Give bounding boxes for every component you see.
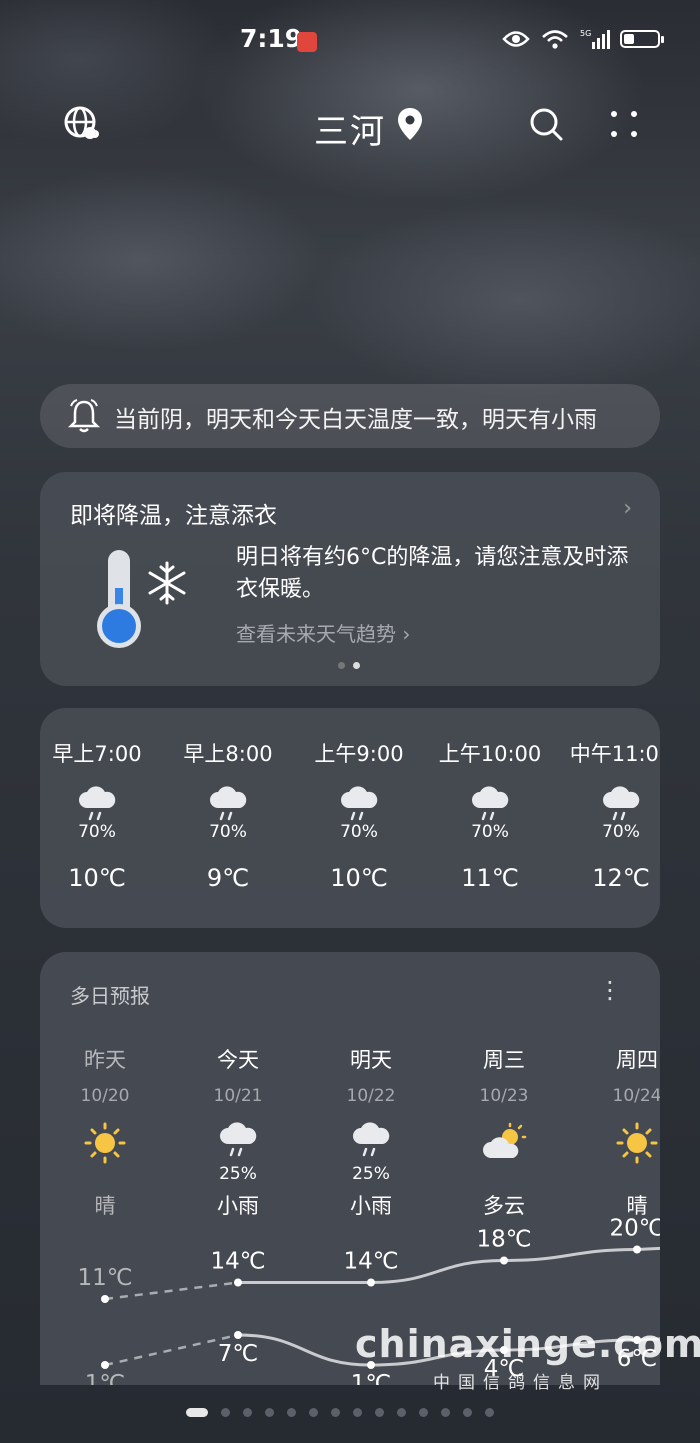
hour-time: 上午10:00 bbox=[438, 742, 542, 766]
high-temp-label: 14℃ bbox=[343, 1249, 398, 1275]
snowflake-icon bbox=[148, 561, 186, 605]
status-bar: 7:19 5G bbox=[0, 22, 700, 62]
hour-temp: 10℃ bbox=[330, 864, 388, 892]
temperature-chart: 11℃14℃ 14℃18℃ 20℃1℃7℃1℃4℃ 6℃ bbox=[77, 1216, 660, 1385]
low-temp-point bbox=[234, 1331, 242, 1339]
wifi-icon bbox=[542, 30, 568, 49]
page-dot[interactable] bbox=[331, 1408, 340, 1417]
notification-app-icon bbox=[297, 32, 317, 52]
watermark-sub: 中国信鸽信息网 bbox=[433, 1373, 608, 1393]
rain-cloud-icon bbox=[468, 786, 512, 822]
weather-alert-banner[interactable]: 当前阴，明天和今天白天温度一致，明天有小雨 bbox=[40, 384, 660, 448]
hourly-forecast-card[interactable]: 早上7:00 70% 10℃ 早上8:00 70% 9℃ 上午9:00 70% 10℃ 上午10:… bbox=[40, 708, 660, 928]
page-dot[interactable] bbox=[265, 1408, 274, 1417]
city-name[interactable]: 三河 bbox=[314, 104, 386, 153]
high-temp-point bbox=[500, 1256, 508, 1265]
bell-icon bbox=[68, 399, 100, 433]
more-grid-icon[interactable] bbox=[604, 104, 644, 144]
globe-icon[interactable] bbox=[62, 104, 102, 144]
low-temp-point bbox=[101, 1361, 109, 1369]
temperature-drop-card[interactable]: 即将降温，注意添衣 › 明日将有约6°C的降温，请您注意及时添衣保暖。 查看未来… bbox=[40, 472, 660, 686]
page-dot[interactable] bbox=[243, 1408, 252, 1417]
low-temp-label: 1℃ bbox=[85, 1371, 125, 1385]
hourly-item: 上午9:00 70% 10℃ bbox=[294, 738, 424, 892]
hour-time: 早上8:00 bbox=[183, 742, 273, 766]
precip-chance: 70% bbox=[340, 822, 378, 842]
hour-temp: 10℃ bbox=[68, 864, 126, 892]
page-dot[interactable] bbox=[397, 1408, 406, 1417]
signal-5g-icon: 5G bbox=[580, 29, 610, 49]
high-temp-label: 11℃ bbox=[77, 1265, 132, 1291]
hour-time: 早上7:00 bbox=[52, 742, 142, 766]
top-bar: 三河 bbox=[0, 100, 700, 153]
hour-temp: 12℃ bbox=[592, 864, 650, 892]
eye-icon bbox=[502, 31, 530, 47]
status-time: 7:19 bbox=[240, 24, 303, 53]
high-temp-label: 18℃ bbox=[476, 1227, 531, 1253]
hour-time: 上午9:00 bbox=[314, 742, 404, 766]
tip-message: 明日将有约6°C的降温，请您注意及时添衣保暖。 bbox=[236, 545, 629, 602]
hour-time: 中午11:00 bbox=[569, 742, 660, 766]
page-dot[interactable] bbox=[375, 1408, 384, 1417]
chevron-right-icon[interactable]: › bbox=[623, 496, 632, 521]
page-dot[interactable] bbox=[353, 1408, 362, 1417]
page-dot[interactable] bbox=[221, 1408, 230, 1417]
battery-icon bbox=[620, 30, 664, 48]
location-pin-icon bbox=[390, 104, 430, 144]
alert-text: 当前阴，明天和今天白天温度一致，明天有小雨 bbox=[114, 407, 597, 433]
daily-forecast-card[interactable]: 多日预报 ⋮ 昨天 10/20 晴今天 10/21 25% 小雨 明天 10/22 25% 小雨周… bbox=[40, 952, 660, 1385]
high-temp-point bbox=[367, 1278, 375, 1287]
page-dot[interactable] bbox=[287, 1408, 296, 1417]
hour-temp: 11℃ bbox=[461, 864, 519, 892]
page-dot[interactable] bbox=[309, 1408, 318, 1417]
precip-chance: 70% bbox=[471, 822, 509, 842]
high-temp-point bbox=[633, 1245, 641, 1254]
high-temp-label: 14℃ bbox=[210, 1249, 265, 1275]
trend-link[interactable]: 查看未来天气趋势 › bbox=[236, 618, 410, 647]
hourly-item: 早上7:00 70% 10℃ bbox=[40, 738, 162, 892]
page-indicator[interactable] bbox=[186, 1408, 494, 1417]
high-temp-line bbox=[238, 1246, 660, 1284]
hourly-item: 早上8:00 70% 9℃ bbox=[163, 738, 293, 892]
rain-cloud-icon bbox=[206, 786, 250, 822]
tip-title: 即将降温，注意添衣 bbox=[70, 503, 277, 529]
rain-cloud-icon bbox=[599, 786, 643, 822]
rain-cloud-icon bbox=[337, 786, 381, 822]
hour-temp: 9℃ bbox=[206, 864, 250, 892]
low-temp-label: 1℃ bbox=[351, 1371, 391, 1385]
hourly-item: 上午10:00 70% 11℃ bbox=[425, 738, 555, 892]
page-dot[interactable] bbox=[441, 1408, 450, 1417]
page-dot[interactable] bbox=[186, 1408, 208, 1417]
card-pager bbox=[338, 662, 360, 669]
high-temp-point bbox=[234, 1278, 242, 1287]
precip-chance: 70% bbox=[209, 822, 247, 842]
hourly-item: 中午11:00 70% 12℃ bbox=[556, 738, 660, 892]
page-dot[interactable] bbox=[485, 1408, 494, 1417]
page-dot[interactable] bbox=[419, 1408, 428, 1417]
precip-chance: 70% bbox=[78, 822, 116, 842]
precip-chance: 70% bbox=[602, 822, 640, 842]
rain-cloud-icon bbox=[75, 786, 119, 822]
search-icon[interactable] bbox=[526, 104, 566, 144]
watermark-main: chinaxinge.com bbox=[355, 1322, 700, 1366]
high-temp-point bbox=[101, 1295, 109, 1303]
svg-text:5G: 5G bbox=[580, 29, 591, 38]
page-dot[interactable] bbox=[463, 1408, 472, 1417]
low-temp-label: 7℃ bbox=[218, 1341, 258, 1367]
high-temp-label: 20℃ bbox=[609, 1216, 660, 1242]
thermometer-icon bbox=[97, 550, 141, 648]
